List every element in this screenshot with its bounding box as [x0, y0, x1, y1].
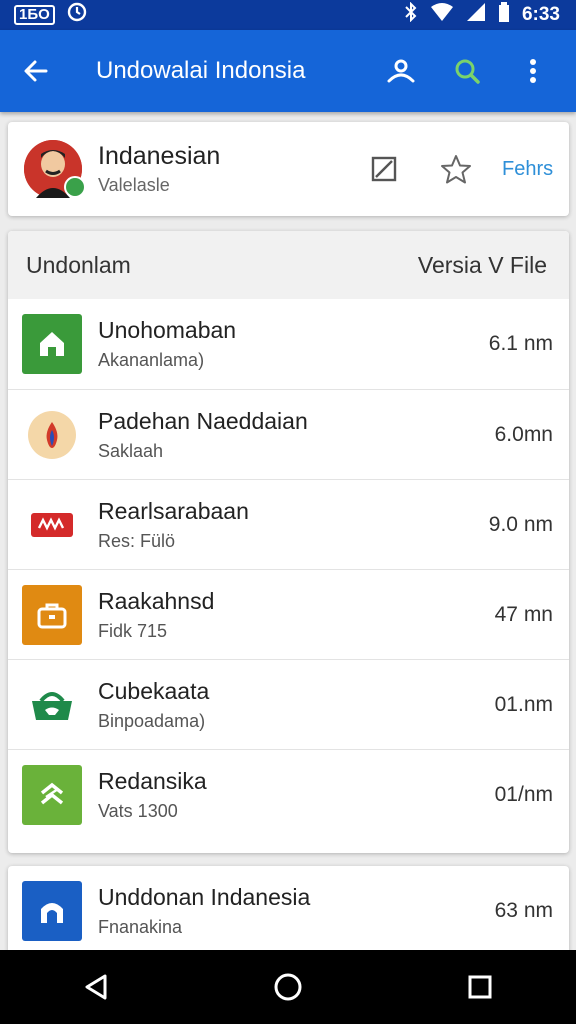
ticket-icon	[22, 495, 82, 555]
item-size: 01.nm	[494, 692, 553, 716]
list-heading-left: Undonlam	[26, 251, 131, 278]
online-badge-icon	[64, 176, 86, 198]
home-circle-icon[interactable]	[248, 957, 328, 1017]
briefcase-icon	[22, 584, 82, 645]
search-icon[interactable]	[434, 43, 500, 99]
item-size: 01/nm	[494, 782, 553, 806]
back-triangle-icon[interactable]	[56, 957, 136, 1017]
star-icon[interactable]	[420, 154, 492, 184]
status-bar: 1БО 6:33	[0, 0, 576, 30]
notification-badge: 1БО	[14, 5, 55, 25]
item-name: Redansika	[98, 767, 207, 794]
list-item[interactable]: Redansika Vats 1300 01/nm	[8, 749, 569, 839]
edit-icon[interactable]	[348, 156, 420, 182]
more-vert-icon[interactable]	[500, 43, 566, 99]
person-icon[interactable]	[368, 43, 434, 99]
basket-icon	[22, 675, 82, 735]
wifi-icon	[430, 2, 454, 28]
item-subtitle: Vats 1300	[98, 800, 178, 821]
profile-subtitle: Valelasle	[98, 175, 170, 195]
arch-icon	[22, 881, 82, 941]
item-subtitle: Fidk 715	[98, 620, 168, 641]
avatar[interactable]	[24, 140, 86, 198]
item-size: 9.0 nm	[488, 512, 553, 536]
list-header: Undonlam Versia V File	[8, 231, 569, 299]
list-item[interactable]: Rearlsarabaan Res: Fülö 9.0 nm	[8, 479, 569, 569]
item-size: 6.1 nm	[488, 332, 553, 355]
item-name: Unddonan Indanesia	[98, 884, 311, 910]
file-list-card: Undonlam Versia V File Unohomaban Akanan…	[8, 231, 569, 853]
flame-icon	[28, 410, 76, 459]
home-icon	[22, 314, 82, 374]
item-subtitle: Res: Fülö	[98, 530, 176, 551]
item-name: Rearlsarabaan	[98, 497, 249, 524]
item-name: Raakahnsd	[98, 587, 215, 614]
profile-card: Indanesian Valelasle Fehrs	[8, 122, 569, 216]
item-size: 47 mn	[494, 602, 553, 626]
recents-square-icon[interactable]	[440, 957, 520, 1017]
item-subtitle: Fnanakina	[98, 917, 183, 937]
item-subtitle: Akananlama)	[98, 350, 205, 370]
item-subtitle: Binpoadama)	[98, 710, 206, 731]
chevrons-icon	[22, 764, 82, 825]
list-heading-right: Versia V File	[417, 251, 547, 278]
item-name: Unohomaban	[98, 317, 237, 343]
list-item[interactable]: Padehan Naeddaian Saklaah 6.0mn	[8, 389, 569, 479]
item-size: 63 nm	[494, 899, 553, 922]
signal-icon	[466, 2, 486, 28]
item-size: 6.0mn	[494, 422, 553, 446]
system-nav-bar	[0, 950, 576, 1024]
item-name: Padehan Naeddaian	[98, 407, 308, 434]
item-name: Cubekaata	[98, 677, 210, 704]
app-bar: Undowalai Indonsia	[0, 30, 576, 112]
profile-name: Indanesian	[98, 142, 221, 170]
bluetooth-icon	[404, 1, 418, 28]
list-item[interactable]: Cubekaata Binpoadama) 01.nm	[8, 659, 569, 749]
list-item[interactable]: Raakahnsd Fidk 715 47 mn	[8, 569, 569, 659]
alarm-icon	[67, 2, 87, 28]
list-item[interactable]: Unddonan Indanesia Fnanakina 63 nm	[8, 866, 569, 956]
battery-icon	[498, 2, 510, 28]
back-arrow-icon[interactable]	[0, 57, 72, 85]
list-item[interactable]: Unohomaban Akananlama) 6.1 nm	[8, 299, 569, 389]
fehrs-button[interactable]: Fehrs	[502, 158, 553, 181]
item-subtitle: Saklaah	[98, 440, 164, 461]
app-bar-title: Undowalai Indonsia	[96, 57, 306, 84]
clock-time: 6:33	[521, 4, 560, 25]
